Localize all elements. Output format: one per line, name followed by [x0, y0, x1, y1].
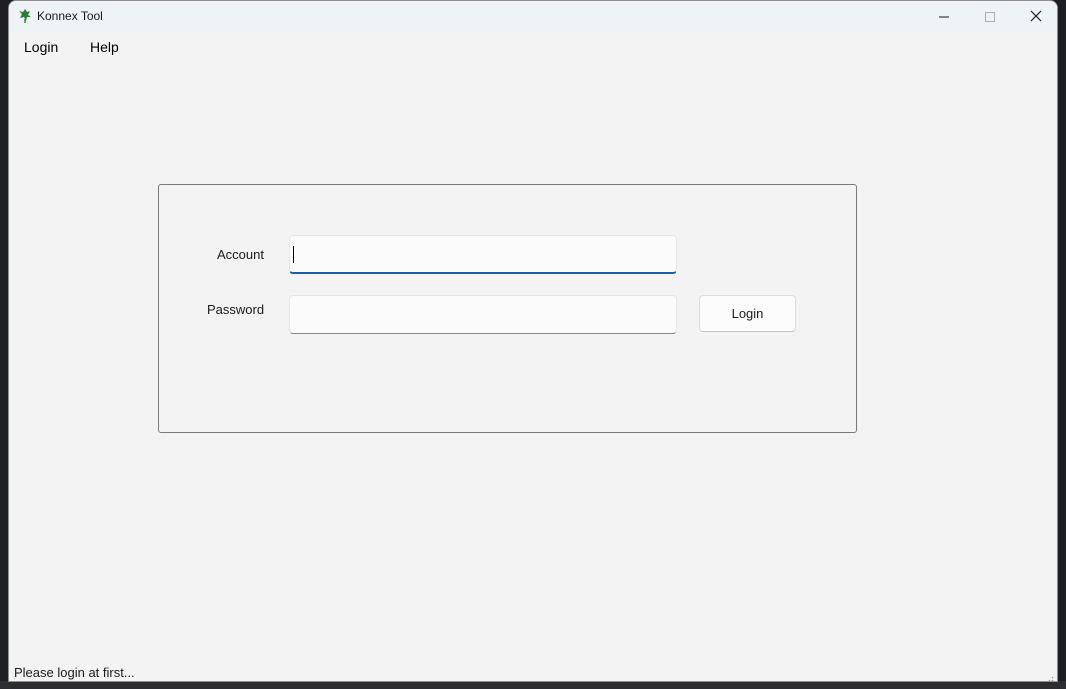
status-bar: Please login at first... [9, 661, 1057, 681]
minimize-button[interactable] [921, 1, 967, 31]
background-taskbar-strip [0, 681, 1066, 689]
app-window: Konnex Tool Login Help Account Password … [8, 0, 1058, 682]
resize-grip-icon[interactable] [1044, 670, 1054, 681]
maximize-button[interactable] [967, 1, 1013, 31]
account-input[interactable] [289, 235, 677, 274]
background-editor-left [0, 0, 8, 689]
title-bar[interactable]: Konnex Tool [9, 1, 1057, 31]
login-panel: Account Password Login [158, 184, 857, 433]
status-text: Please login at first... [14, 665, 135, 680]
background-editor-right [1058, 0, 1066, 689]
text-caret [293, 246, 294, 263]
menu-bar: Login Help [9, 31, 1057, 61]
window-title: Konnex Tool [37, 9, 103, 23]
login-button[interactable]: Login [699, 295, 796, 332]
password-label: Password [207, 302, 265, 317]
close-button[interactable] [1013, 1, 1057, 31]
minimize-icon [939, 7, 949, 26]
account-label: Account [217, 247, 264, 262]
menu-item-login[interactable]: Login [24, 39, 58, 55]
close-icon [1030, 7, 1042, 26]
password-input[interactable] [289, 295, 677, 334]
app-icon [18, 8, 32, 24]
maximize-icon [985, 7, 995, 26]
menu-item-help[interactable]: Help [90, 39, 119, 55]
